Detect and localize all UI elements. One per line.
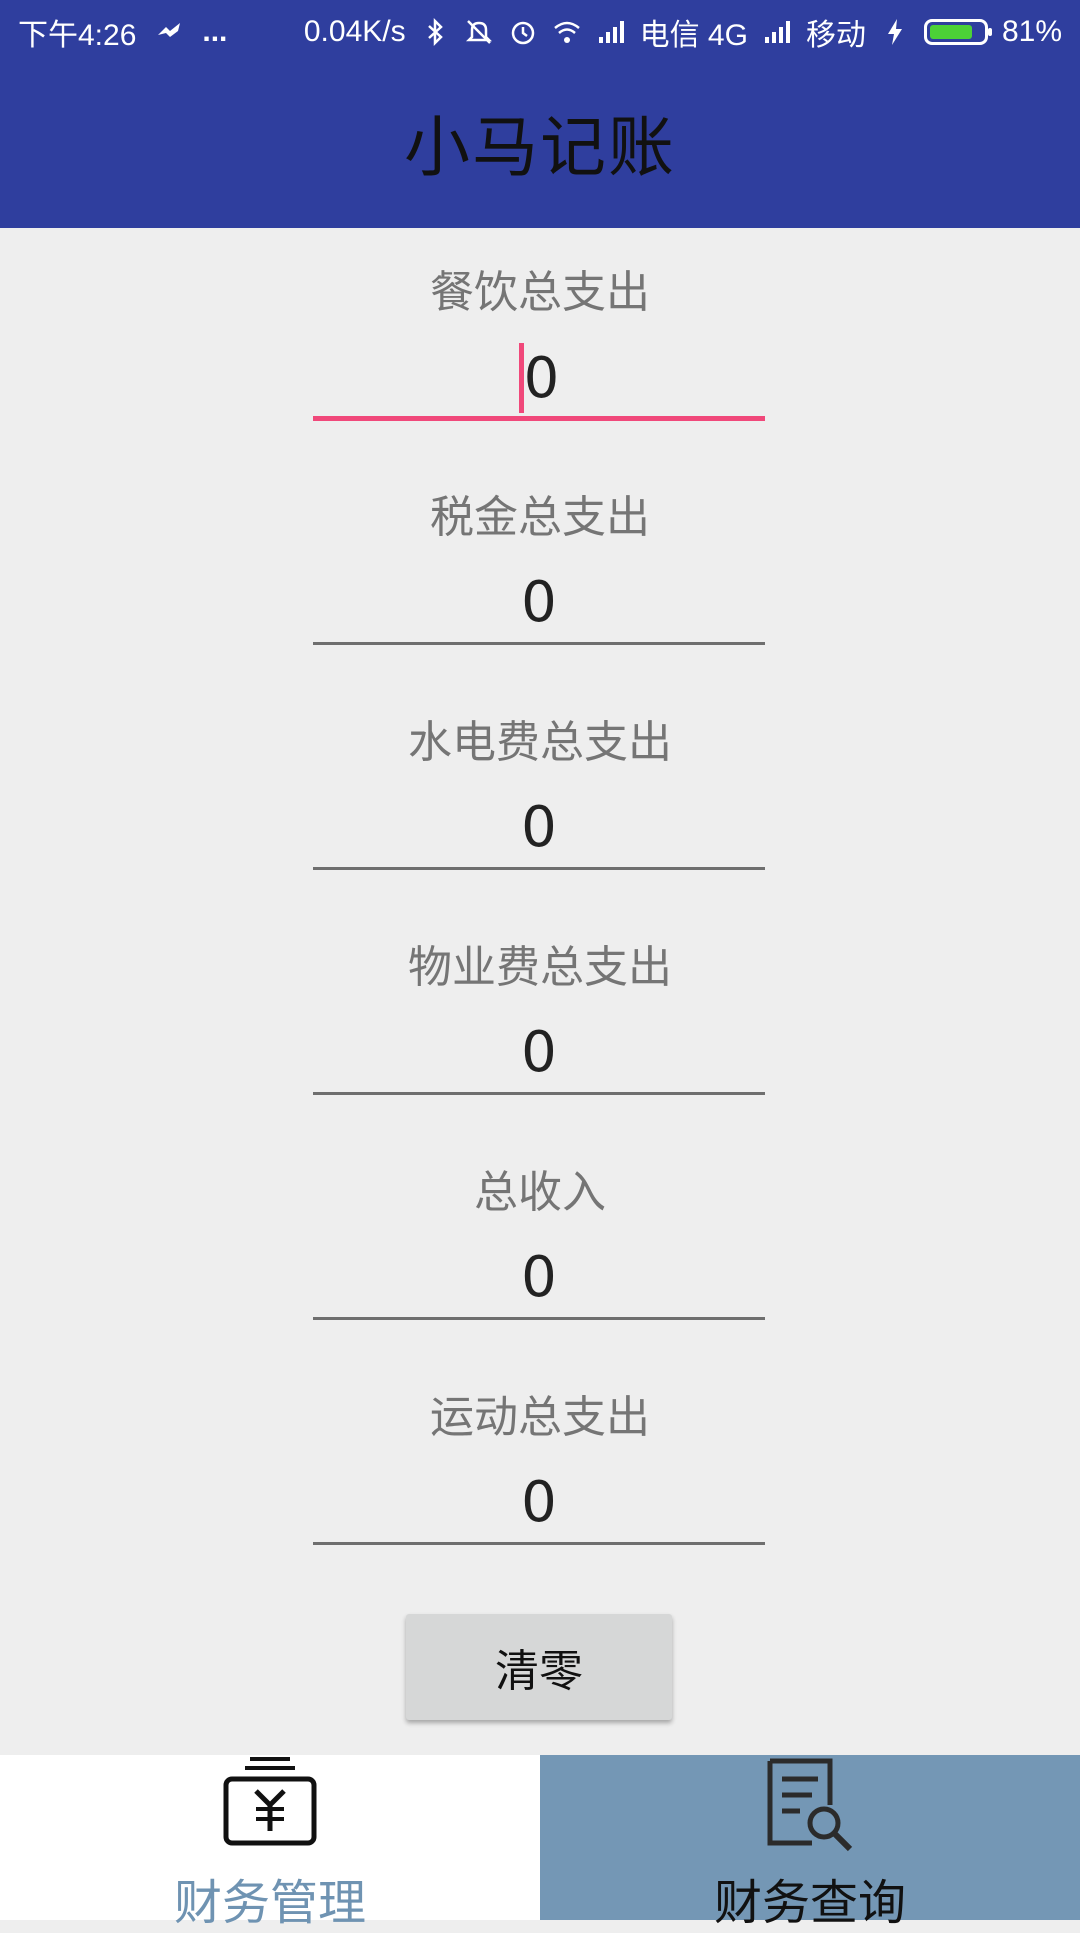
- tab-label: 财务查询: [713, 1875, 906, 1931]
- wallet-yuan-icon: [223, 1757, 317, 1846]
- charging-icon: [887, 19, 902, 45]
- signal-icon-1: [598, 21, 624, 43]
- bluetooth-icon: [427, 17, 443, 47]
- bottom-nav: 财务管理 财务查询: [0, 1755, 1080, 1931]
- field-label: 总收入: [474, 1167, 606, 1218]
- document-search-icon: [767, 1758, 853, 1852]
- field-label: 运动总支出: [430, 1392, 650, 1443]
- field-label: 水电费总支出: [408, 717, 672, 768]
- wifi-icon: [553, 21, 580, 43]
- input-value: 0: [523, 346, 560, 411]
- field-label: 餐饮总支出: [430, 267, 650, 318]
- clear-button[interactable]: 清零: [406, 1614, 672, 1720]
- notification-icon: [158, 23, 181, 37]
- alarm-icon: [511, 21, 534, 45]
- battery-icon: [923, 19, 992, 45]
- sports-input[interactable]: 0: [313, 1465, 765, 1545]
- tab-finance-management[interactable]: 财务管理: [0, 1755, 540, 1931]
- app-bar: 小马记账: [0, 56, 1080, 228]
- field-label: 物业费总支出: [408, 942, 672, 993]
- status-net-speed: 0.04K/s: [303, 15, 406, 48]
- utilities-input[interactable]: 0: [313, 790, 765, 870]
- status-carrier-2: 移动: [805, 19, 866, 52]
- status-carrier-1: 电信 4G: [639, 19, 748, 52]
- income-input[interactable]: 0: [313, 1240, 765, 1320]
- field-label: 税金总支出: [430, 492, 650, 543]
- tab-finance-query[interactable]: 财务查询: [540, 1755, 1080, 1931]
- status-more: ...: [202, 15, 228, 48]
- mute-icon: [465, 20, 492, 44]
- tax-input[interactable]: 0: [313, 565, 765, 645]
- app-title: 小马记账: [404, 109, 676, 186]
- tab-label: 财务管理: [173, 1875, 366, 1931]
- status-bar: 下午4:26 ... 0.04K/s 电信 4G 移动 81%: [0, 0, 1080, 56]
- status-battery-percent: 81%: [1001, 15, 1062, 48]
- catering-input[interactable]: 0: [313, 341, 765, 421]
- text-cursor: [518, 342, 524, 413]
- status-time: 下午4:26: [18, 19, 137, 52]
- signal-icon-2: [764, 21, 790, 43]
- property-input[interactable]: 0: [313, 1015, 765, 1095]
